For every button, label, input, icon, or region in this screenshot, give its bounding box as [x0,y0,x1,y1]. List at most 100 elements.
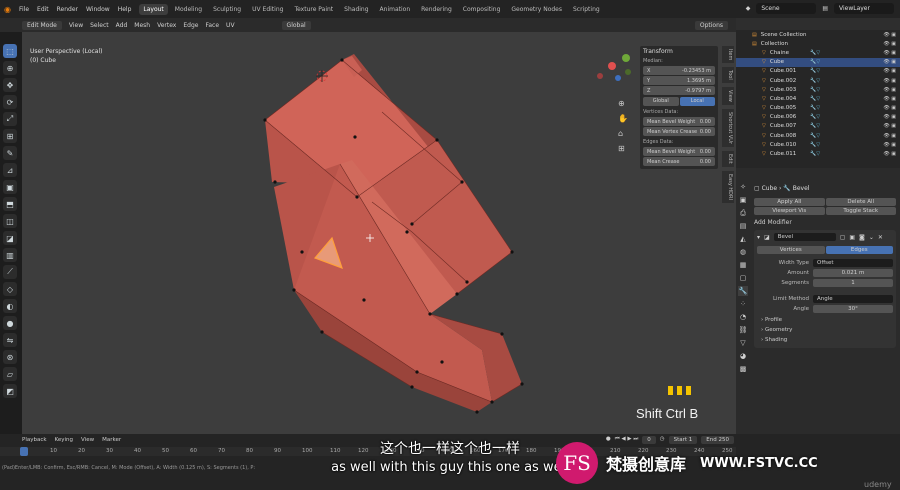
menu-edge[interactable]: Edge [183,22,198,29]
inset-icon[interactable]: ◫ [3,214,17,228]
viewlayer-selector[interactable]: ViewLayer [834,3,894,14]
visibility-toggle-icon[interactable]: 👁 ▣ [883,78,896,84]
local-button[interactable]: Local [679,97,715,106]
extrude-icon[interactable]: ⬒ [3,197,17,211]
menu-window[interactable]: Window [86,6,110,13]
outliner-row[interactable]: ▤ Collection 👁 ▣ [736,39,900,48]
visibility-toggle-icon[interactable]: 👁 ▣ [883,32,896,38]
knife-icon[interactable]: ⟋ [3,265,17,279]
remove-modifier-icon[interactable]: ✕ [878,234,883,241]
outliner-row[interactable]: ▽ Cube.004 🔧▽ 👁 ▣ [736,94,900,103]
select-box-icon[interactable]: ⬚ [3,44,17,58]
outliner-row[interactable]: ▽ Cube.005 🔧▽ 👁 ▣ [736,104,900,113]
median-x-field[interactable]: X -0.23453 m [643,66,715,75]
collection-props-icon[interactable]: ▦ [738,260,748,270]
edges-button[interactable]: Edges [825,246,893,254]
edge-mean-bevel-weight-field[interactable]: Mean Bevel Weight 0.00 [643,147,715,156]
tab-compositing[interactable]: Compositing [459,4,505,15]
collapse-chevron-icon[interactable]: ▾ [757,234,760,241]
visibility-toggle-icon[interactable]: 👁 ▣ [883,41,896,47]
view-layer-props-icon[interactable]: ▤ [738,221,748,231]
particles-props-icon[interactable]: ⁘ [738,299,748,309]
median-z-field[interactable]: Z -0.9797 m [643,86,715,95]
navigation-gizmo[interactable] [597,54,631,81]
texture-props-icon[interactable]: ▩ [738,364,748,374]
mean-crease-field[interactable]: Mean Crease 0.00 [643,157,715,166]
outliner-row[interactable]: ▽ Cube.003 🔧▽ 👁 ▣ [736,85,900,94]
visibility-toggle-icon[interactable]: 👁 ▣ [883,96,896,102]
tab-layout[interactable]: Layout [139,3,168,15]
object-props-icon[interactable]: ▢ [738,273,748,283]
move-icon[interactable]: ✥ [3,78,17,92]
geometry-subpanel[interactable]: › Geometry [757,327,893,333]
transform-icon[interactable]: ⊞ [3,129,17,143]
tab-edit[interactable]: Edit [722,151,734,167]
menu-render[interactable]: Render [57,6,78,13]
mean-vertex-crease-field[interactable]: Mean Vertex Crease 0.00 [643,127,715,136]
shrink-icon[interactable]: ⊛ [3,350,17,364]
cursor-icon[interactable]: ⊕ [3,61,17,75]
add-modifier-dropdown[interactable]: Add Modifier [754,219,896,226]
tab-scripting[interactable]: Scripting [569,4,604,15]
viewport-vis-button[interactable]: Viewport Vis [754,207,825,215]
limit-method-select[interactable]: Angle [813,295,893,303]
outliner-row[interactable]: ▽ Cube.006 🔧▽ 👁 ▣ [736,113,900,122]
tab-texture-paint[interactable]: Texture Paint [290,4,337,15]
outliner-row[interactable]: ▽ Cube.010 🔧▽ 👁 ▣ [736,140,900,149]
outliner-row[interactable]: ▽ Cube.011 🔧▽ 👁 ▣ [736,149,900,158]
viewlayer-icon[interactable]: ▤ [822,5,828,12]
visibility-toggle-icon[interactable]: 👁 ▣ [883,133,896,139]
menu-vertex[interactable]: Vertex [157,22,176,29]
visibility-toggle-icon[interactable]: 👁 ▣ [883,151,896,157]
visibility-toggle-icon[interactable]: 👁 ▣ [883,105,896,111]
tab-item[interactable]: Item [722,46,734,64]
outliner-row[interactable]: ▽ Chaine 🔧▽ 👁 ▣ [736,48,900,57]
add-cube-icon[interactable]: ▣ [3,180,17,194]
amount-field[interactable]: 0.021 m [813,269,893,277]
rotate-icon[interactable]: ⟳ [3,95,17,109]
delete-all-button[interactable]: Delete All [825,198,896,206]
apply-all-button[interactable]: Apply All [754,198,825,206]
viewport-nav-icons[interactable]: ⊕ ✋ ⌂ ⊞ [618,99,628,153]
menu-select[interactable]: Select [90,22,109,29]
render-toggle-icon[interactable]: ◙ [859,234,865,241]
scene-props-icon[interactable]: ◭ [738,234,748,244]
toggle-stack-button[interactable]: Toggle Stack [825,207,896,215]
segments-field[interactable]: 1 [813,279,893,287]
menu-file[interactable]: File [19,6,29,13]
render-props-icon[interactable]: ▣ [738,195,748,205]
spin-icon[interactable]: ◐ [3,299,17,313]
outliner-row[interactable]: ▽ Cube 🔧▽ 👁 ▣ [736,57,900,67]
modifier-name-field[interactable]: Bevel [773,233,836,241]
transform-header[interactable]: Transform [643,48,715,55]
visibility-toggle-icon[interactable]: 👁 ▣ [883,114,896,120]
shear-icon[interactable]: ▱ [3,367,17,381]
visibility-toggle-icon[interactable]: 👁 ▣ [883,142,896,148]
mean-bevel-weight-field[interactable]: Mean Bevel Weight 0.00 [643,117,715,126]
menu-uv[interactable]: UV [226,22,235,29]
visibility-toggle-icon[interactable]: 👁 ▣ [883,87,896,93]
outliner-row[interactable]: ▤ Scene Collection 👁 ▣ [736,30,900,39]
global-button[interactable]: Global [643,97,679,106]
scene-selector[interactable]: Scene [756,3,817,14]
tab-animation[interactable]: Animation [376,4,415,15]
menu-face[interactable]: Face [205,22,219,29]
profile-subpanel[interactable]: › Profile [757,317,893,323]
tab-uv-editing[interactable]: UV Editing [248,4,287,15]
outliner-row[interactable]: ▽ Cube.002 🔧▽ 👁 ▣ [736,76,900,85]
vertices-button[interactable]: Vertices [757,246,825,254]
menu-mesh[interactable]: Mesh [134,22,150,29]
visibility-toggle-icon[interactable]: 👁 ▣ [883,50,896,56]
tab-shortcut-vur[interactable]: Shortcut VUr [722,108,734,148]
width-type-select[interactable]: Offset [813,259,893,267]
visibility-toggle-icon[interactable]: 👁 ▣ [883,68,896,74]
edit-mode-toggle-icon[interactable]: ▢ [840,234,846,241]
tool-props-icon[interactable]: ✧ [738,182,748,192]
angle-field[interactable]: 30° [813,305,893,313]
measure-icon[interactable]: ⊿ [3,163,17,177]
modifier-props-icon[interactable]: 🔧 [738,286,748,296]
menu-view[interactable]: View [69,22,83,29]
bevel-icon[interactable]: ◪ [3,231,17,245]
tab-geometry-nodes[interactable]: Geometry Nodes [507,4,566,15]
outliner-row[interactable]: ▽ Cube.008 🔧▽ 👁 ▣ [736,131,900,140]
